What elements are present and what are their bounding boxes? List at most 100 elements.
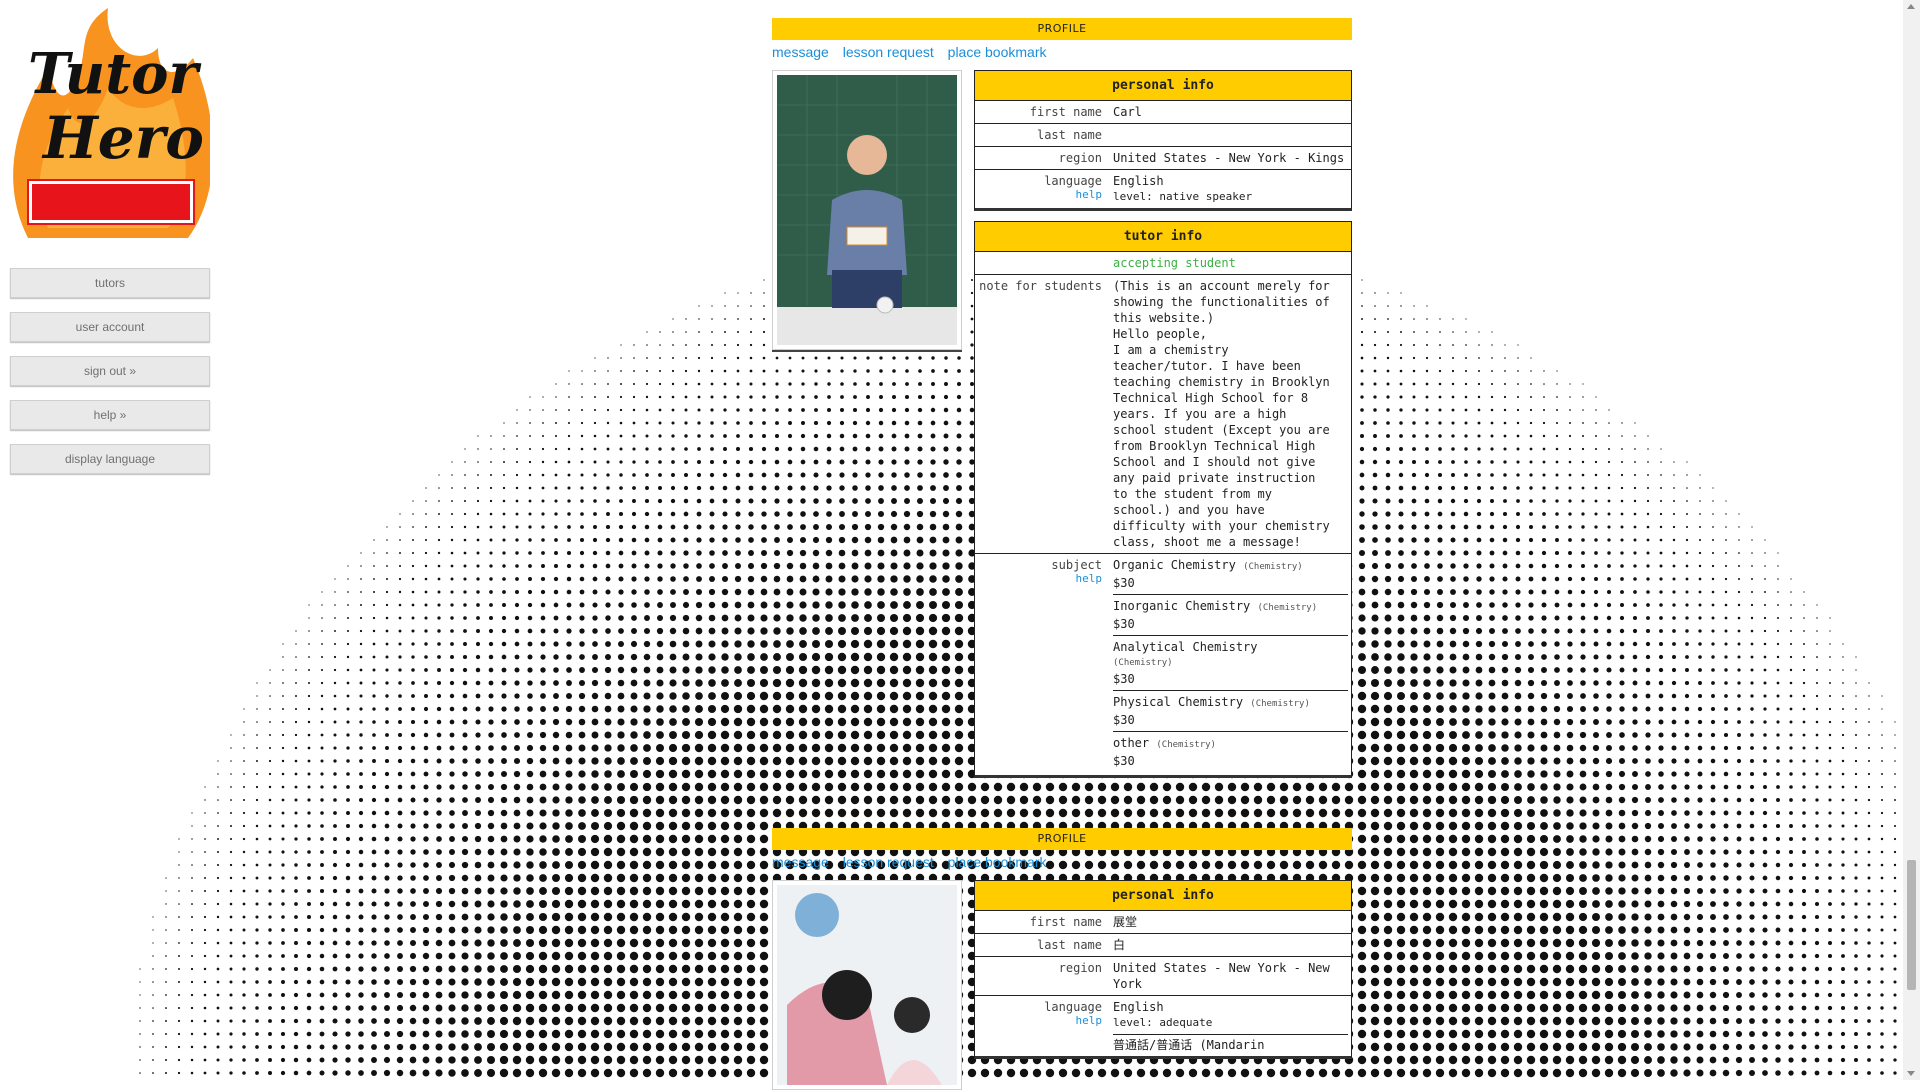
- message-link[interactable]: message: [772, 44, 829, 60]
- profile-card: PROFILE message lesson request place boo…: [772, 828, 1352, 1090]
- note-line: teacher/tutor. I have been: [1113, 359, 1301, 373]
- accepting-status: accepting student: [1113, 256, 1236, 270]
- profile-actions: message lesson request place bookmark: [772, 44, 1352, 64]
- last-name-value: 白: [1113, 938, 1126, 952]
- scroll-up-arrow-icon[interactable]: [1907, 4, 1915, 9]
- language-row: language help English level: adequate 普通…: [975, 996, 1351, 1057]
- message-link[interactable]: message: [772, 854, 829, 870]
- subject-item: Inorganic Chemistry (Chemistry) $30: [1113, 598, 1348, 636]
- first-name-row: first name 展堂: [975, 911, 1351, 934]
- language-value: 普通話/普通话 (Mandarin: [1113, 1034, 1348, 1053]
- profile-header-bar: PROFILE: [772, 828, 1352, 850]
- subject-price: $30: [1113, 576, 1135, 590]
- subject-category: (Chemistry): [1250, 699, 1310, 709]
- subject-price: $30: [1113, 672, 1135, 686]
- subject-help-link[interactable]: help: [978, 573, 1103, 585]
- scroll-thumb[interactable]: [1907, 860, 1916, 990]
- tutor-hero-logo[interactable]: Tutor Hero: [8, 8, 214, 240]
- subject-price: $30: [1113, 754, 1135, 768]
- place-bookmark-link[interactable]: place bookmark: [948, 854, 1047, 870]
- subject-category: (Chemistry): [1243, 562, 1303, 572]
- note-text: (This is an account merely for showing t…: [1110, 275, 1351, 554]
- nav-sign-out-button[interactable]: sign out »: [10, 356, 210, 386]
- note-line: this website.): [1113, 311, 1215, 325]
- subject-category: (Chemistry): [1257, 603, 1318, 613]
- language-value: English: [1113, 174, 1164, 188]
- subject-item: Physical Chemistry (Chemistry) $30: [1113, 694, 1348, 732]
- nav-help-button[interactable]: help »: [10, 400, 210, 430]
- subject-name: Analytical Chemistry: [1113, 640, 1258, 654]
- language-help-link[interactable]: help: [978, 1015, 1103, 1027]
- personal-info-title: personal info: [975, 71, 1351, 101]
- subject-list: Organic Chemistry (Chemistry) $30 Inorga…: [1110, 554, 1351, 776]
- note-line: teaching chemistry in Brooklyn: [1113, 375, 1330, 389]
- subject-item: other (Chemistry) $30: [1113, 735, 1348, 772]
- lesson-request-link[interactable]: lesson request: [843, 854, 934, 870]
- personal-info-box: personal info first name Carl last name …: [974, 70, 1352, 211]
- note-line: to the student from my: [1113, 487, 1272, 501]
- lesson-request-link[interactable]: lesson request: [843, 44, 934, 60]
- subject-name: Physical Chemistry: [1113, 695, 1244, 709]
- language-value: English: [1113, 1000, 1164, 1014]
- subject-name: other: [1113, 736, 1150, 750]
- sidebar-nav: tutors user account sign out » help » di…: [10, 268, 210, 488]
- note-line: any paid private instruction: [1113, 471, 1316, 485]
- note-line: I am a chemistry: [1113, 343, 1229, 357]
- personal-info-title: personal info: [975, 881, 1351, 911]
- subject-price: $30: [1113, 617, 1135, 631]
- subject-item: Analytical Chemistry (Chemistry) $30: [1113, 639, 1348, 691]
- language-help-link[interactable]: help: [978, 189, 1103, 201]
- first-name-label: first name: [1029, 915, 1102, 929]
- note-line: years. If you are a high: [1113, 407, 1287, 421]
- personal-info-box: personal info first name 展堂 last name 白 …: [974, 880, 1352, 1059]
- language-level: level: adequate: [1113, 1016, 1213, 1029]
- note-line: difficulty with your chemistry: [1113, 519, 1330, 533]
- last-name-value: [1110, 124, 1351, 147]
- note-line: Hello people,: [1113, 327, 1207, 341]
- region-row: region United States - New York - Kings: [975, 147, 1351, 170]
- nav-display-language-button[interactable]: display language: [10, 444, 210, 474]
- scroll-down-arrow-icon[interactable]: [1907, 1071, 1915, 1076]
- note-row: note for students (This is an account me…: [975, 275, 1351, 554]
- language-level: level: native speaker: [1113, 190, 1253, 203]
- region-value: United States - New York - Kings: [1113, 151, 1345, 165]
- language-label: language: [1044, 174, 1102, 188]
- last-name-label: last name: [1036, 938, 1102, 952]
- nav-tutors-button[interactable]: tutors: [10, 268, 210, 298]
- last-name-row: last name 白: [975, 934, 1351, 957]
- note-label: note for students: [979, 279, 1102, 293]
- subject-row: subject help Organic Chemistry (Chemistr…: [975, 554, 1351, 776]
- tutor-info-title: tutor info: [975, 222, 1351, 252]
- place-bookmark-link[interactable]: place bookmark: [948, 44, 1047, 60]
- first-name-value: 展堂: [1113, 915, 1138, 929]
- profile-actions: message lesson request place bookmark: [772, 854, 1352, 874]
- nav-user-account-button[interactable]: user account: [10, 312, 210, 342]
- subject-category: (Chemistry): [1113, 658, 1173, 668]
- subject-name: Inorganic Chemistry: [1113, 599, 1251, 613]
- subject-item: Organic Chemistry (Chemistry) $30: [1113, 557, 1348, 595]
- tutor-info-box: tutor info accepting student note for st…: [974, 221, 1352, 778]
- first-name-value: Carl: [1113, 105, 1142, 119]
- note-line: from Brooklyn Technical High: [1113, 439, 1316, 453]
- first-name-label: first name: [1029, 105, 1102, 119]
- region-label: region: [1058, 151, 1102, 165]
- first-name-row: first name Carl: [975, 101, 1351, 124]
- profile-card: PROFILE message lesson request place boo…: [772, 18, 1352, 788]
- vertical-scrollbar[interactable]: [1903, 0, 1920, 1080]
- note-line: school.) and you have: [1113, 503, 1265, 517]
- language-label: language: [1044, 1000, 1102, 1014]
- tutor-photo[interactable]: [772, 880, 962, 1090]
- note-line: class, shoot me a message!: [1113, 535, 1301, 549]
- region-row: region United States - New York - New Yo…: [975, 957, 1351, 996]
- subject-label: subject: [1051, 558, 1102, 572]
- note-line: School and I should not give: [1113, 455, 1316, 469]
- note-line: Technical High School for 8: [1113, 391, 1309, 405]
- tutor-photo[interactable]: [772, 70, 962, 350]
- status-row: accepting student: [975, 252, 1351, 275]
- region-value: United States - New York - New York: [1113, 961, 1330, 991]
- note-line: school student (Except you are: [1113, 423, 1330, 437]
- language-row: language help English level: native spea…: [975, 170, 1351, 209]
- last-name-row: last name: [975, 124, 1351, 147]
- last-name-label: last name: [1036, 128, 1102, 142]
- subject-name: Organic Chemistry: [1113, 558, 1236, 572]
